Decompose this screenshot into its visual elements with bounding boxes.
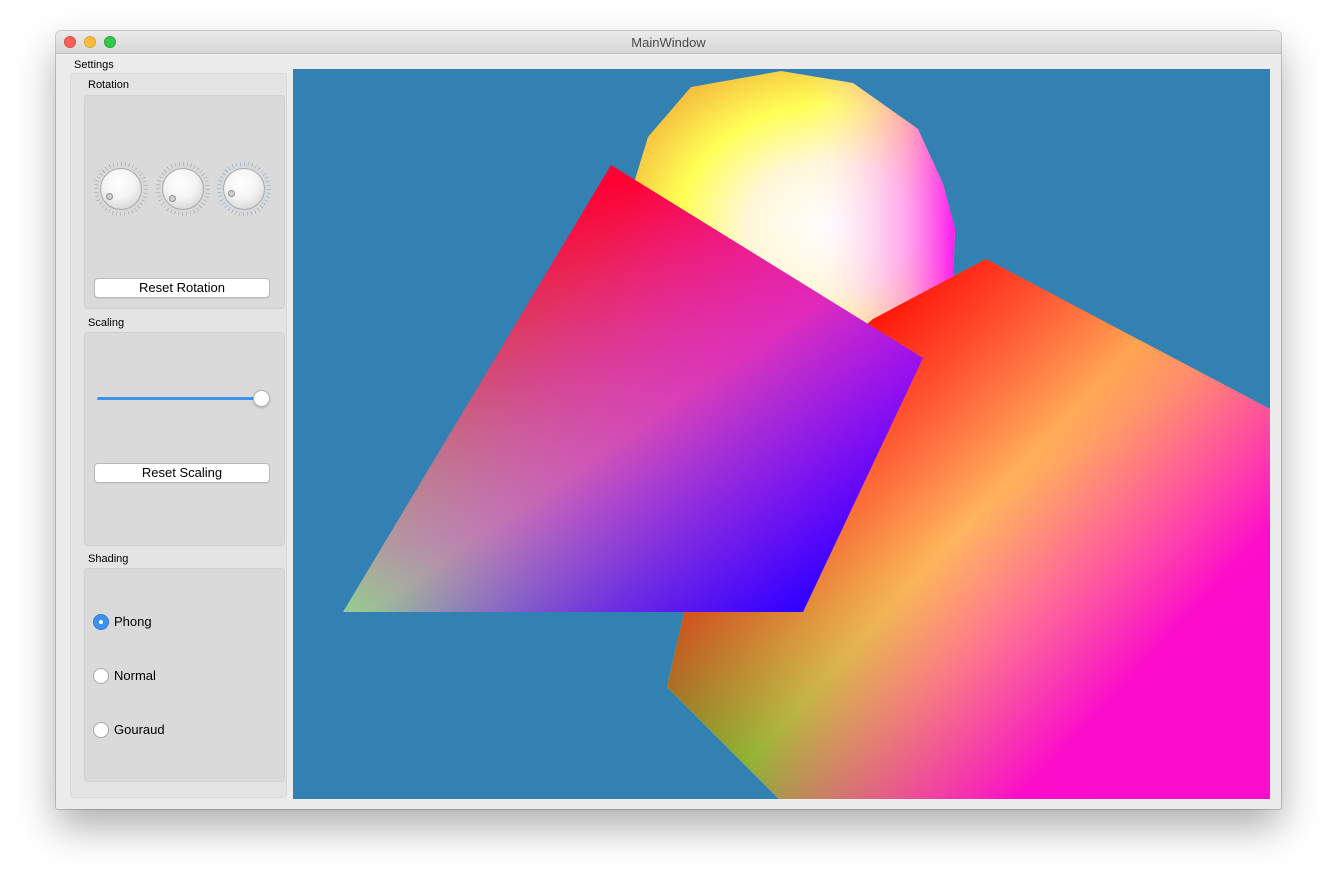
gl-viewport[interactable] — [293, 69, 1270, 799]
scaling-group — [84, 332, 285, 546]
dial-knob[interactable] — [100, 168, 142, 210]
reset-rotation-button[interactable]: Reset Rotation — [94, 278, 270, 298]
rotation-z-dial[interactable] — [217, 162, 271, 216]
shading-group-title: Shading — [88, 553, 129, 565]
scaling-slider-track[interactable] — [97, 397, 262, 400]
main-window: MainWindow Settings Rotation Reset Rotat… — [56, 31, 1281, 809]
rotation-y-dial[interactable] — [156, 162, 210, 216]
dial-indicator — [169, 195, 176, 202]
radio-label: Normal — [114, 668, 156, 683]
title-bar[interactable]: MainWindow — [56, 31, 1281, 54]
window-title: MainWindow — [631, 35, 706, 50]
dial-indicator — [228, 190, 235, 197]
radio-button[interactable] — [93, 614, 109, 630]
rotation-x-dial[interactable] — [94, 162, 148, 216]
radio-label: Phong — [114, 614, 152, 629]
dial-indicator — [106, 193, 113, 200]
reset-scaling-button[interactable]: Reset Scaling — [94, 463, 270, 483]
radio-button[interactable] — [93, 668, 109, 684]
scaling-group-title: Scaling — [88, 317, 125, 329]
scaling-slider-handle[interactable] — [253, 390, 270, 407]
rotation-group-title: Rotation — [88, 79, 129, 91]
dial-knob[interactable] — [162, 168, 204, 210]
dial-knob[interactable] — [223, 168, 265, 210]
radio-button[interactable] — [93, 722, 109, 738]
radio-label: Gouraud — [114, 722, 165, 737]
scene-render — [343, 71, 1270, 799]
settings-menu[interactable]: Settings — [74, 59, 114, 71]
